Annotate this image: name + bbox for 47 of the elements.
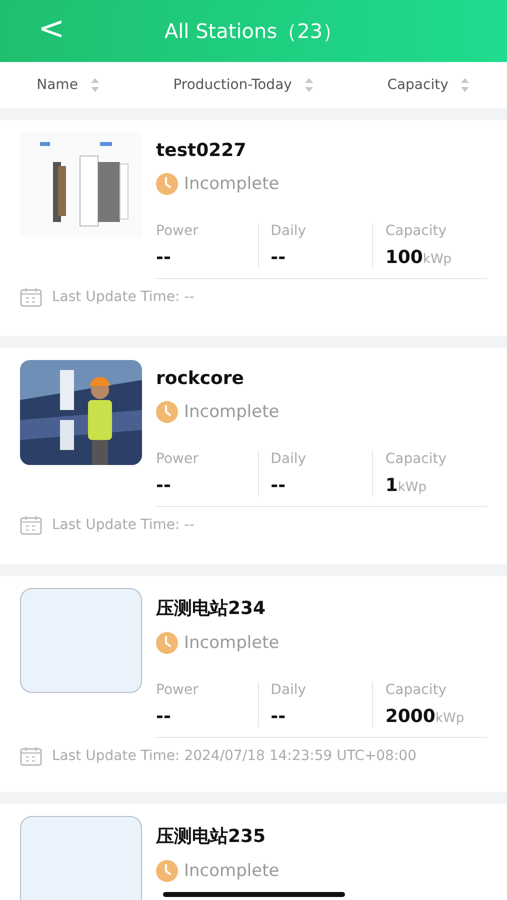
stat-value: -- xyxy=(270,247,287,268)
page-title: All Stations（23） xyxy=(164,18,343,44)
sort-icon xyxy=(90,77,100,93)
calendar-icon xyxy=(20,746,42,766)
stat-label: Power xyxy=(156,682,200,698)
calendar-icon xyxy=(20,515,42,535)
stat-value: -- xyxy=(156,247,172,268)
status-label: Incomplete xyxy=(184,861,280,881)
sort-button[interactable]: Name xyxy=(30,76,106,94)
last-update-time: Last Update Time: -- xyxy=(52,289,194,305)
clock-icon xyxy=(156,860,178,882)
stat-value: 2000kWp xyxy=(385,706,466,727)
last-update-time: Last Update Time: 2024/07/18 14:23:59 UTC+08:00 xyxy=(52,748,416,764)
sort-button[interactable]: Capacity xyxy=(381,76,476,94)
station-card[interactable]: test0227 Incomplete Power -- Daily -- Capacity 100kWp Last Update Time: -- xyxy=(0,120,507,336)
stat-value: -- xyxy=(156,706,172,727)
stat-label: Capacity xyxy=(385,451,448,467)
stat-label: Daily xyxy=(270,682,308,698)
station-card[interactable]: rockcore Incomplete Power -- Daily -- Capacity 1kWp Last Update Time: -- xyxy=(0,348,507,564)
stat-label: Daily xyxy=(270,223,308,239)
stat-label: Power xyxy=(156,451,200,467)
stat-value: 1kWp xyxy=(385,475,428,496)
stat-value: -- xyxy=(156,475,172,496)
calendar-icon xyxy=(20,287,42,307)
stat-label: Capacity xyxy=(385,223,448,239)
station-name: test0227 xyxy=(156,140,248,161)
stat-value: 100kWp xyxy=(385,247,453,268)
status-label: Incomplete xyxy=(184,402,280,422)
sort-icon xyxy=(304,77,314,93)
station-name: rockcore xyxy=(156,368,246,389)
stat-label: Power xyxy=(156,223,200,239)
stat-label: Capacity xyxy=(385,682,448,698)
sort-button[interactable]: Production-Today xyxy=(167,76,320,94)
station-card[interactable]: 压测电站234 Incomplete Power -- Daily -- Capacity 2000kWp Last Update Time: 2024/07/18 14:23:59 UTC+08:00 xyxy=(0,576,507,792)
station-name: 压测电站234 xyxy=(156,597,267,620)
status-label: Incomplete xyxy=(184,174,280,194)
station-name: 压测电站235 xyxy=(156,825,267,848)
clock-icon xyxy=(156,401,178,423)
clock-icon xyxy=(156,632,178,654)
stat-value: -- xyxy=(270,475,287,496)
station-card[interactable]: 压测电站235 Incomplete xyxy=(0,804,507,900)
clock-icon xyxy=(156,173,178,195)
last-update-time: Last Update Time: -- xyxy=(52,517,194,533)
status-label: Incomplete xyxy=(184,633,280,653)
sort-icon xyxy=(460,77,470,93)
stat-label: Daily xyxy=(270,451,308,467)
stat-value: -- xyxy=(270,706,287,727)
